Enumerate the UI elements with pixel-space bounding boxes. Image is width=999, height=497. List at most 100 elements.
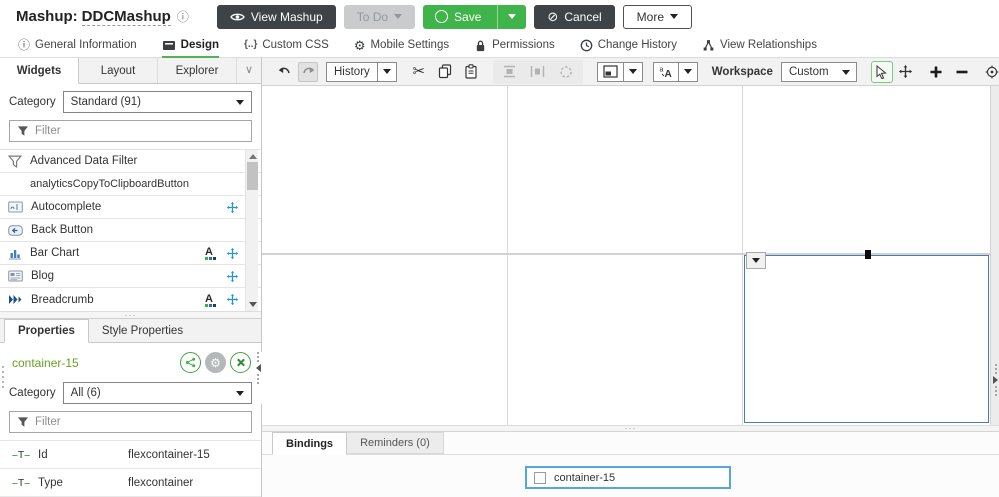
scrollbar-thumb[interactable]: [247, 162, 258, 190]
properties-tab-bar: Properties Style Properties: [0, 319, 261, 343]
panel-splitter[interactable]: ···: [0, 310, 261, 319]
text-property-icon: –T–: [12, 448, 31, 461]
copy-icon[interactable]: [435, 62, 455, 82]
funnel-icon: [8, 155, 22, 168]
binding-chip-label: container-15: [554, 471, 616, 484]
property-category-select[interactable]: All (6): [62, 382, 252, 404]
pointer-icon: [876, 64, 887, 79]
right-panel-splitter[interactable]: [992, 364, 999, 396]
redo-icon[interactable]: [298, 61, 318, 82]
tab-permissions[interactable]: Permissions: [474, 33, 555, 58]
save-options-caret[interactable]: [497, 4, 526, 29]
selected-flex-container[interactable]: [744, 255, 989, 423]
column-divider: [507, 86, 508, 425]
gear-icon[interactable]: ⚙: [205, 352, 226, 373]
text-property-icon: –T–: [12, 476, 31, 489]
tab-general-information[interactable]: ⓘ General Information: [18, 33, 137, 58]
move-icon[interactable]: [226, 201, 239, 214]
panel-collapse-chevron[interactable]: ∨: [237, 58, 261, 83]
funnel-icon: [17, 417, 29, 427]
tab-reminders[interactable]: Reminders (0): [347, 432, 444, 454]
tab-properties[interactable]: Properties: [4, 319, 89, 343]
checkbox[interactable]: [534, 471, 546, 484]
todo-button[interactable]: To Do: [343, 4, 416, 29]
tab-design[interactable]: Design: [161, 33, 220, 59]
translate-icon: aA: [659, 67, 671, 79]
pointer-tool[interactable]: [870, 60, 893, 83]
tab-custom-css[interactable]: {..} Custom CSS: [244, 33, 329, 58]
pan-icon: [899, 64, 913, 79]
more-button[interactable]: More: [622, 4, 693, 29]
view-mashup-button[interactable]: View Mashup: [216, 4, 336, 29]
localization-token-icon[interactable]: A: [205, 246, 218, 260]
save-circle-icon: [435, 10, 449, 23]
undo-icon[interactable]: [274, 62, 294, 82]
zoom-out-tool[interactable]: [951, 61, 973, 83]
widget-row-blog[interactable]: Blog: [0, 265, 261, 288]
widget-list-scrollbar[interactable]: [245, 150, 258, 311]
close-icon[interactable]: [230, 352, 251, 373]
move-icon[interactable]: [226, 247, 239, 260]
pan-tool[interactable]: [895, 61, 917, 83]
left-edge-grip[interactable]: [1, 366, 5, 414]
cancel-button[interactable]: ⊘ Cancel: [534, 4, 615, 29]
widget-row-autocomplete[interactable]: Autocomplete: [0, 196, 261, 219]
widget-row-analytics-copy-button[interactable]: analyticsCopyToClipboardButton: [0, 173, 261, 196]
widget-row-bar-chart[interactable]: Bar Chart A: [0, 242, 261, 265]
design-canvas[interactable]: [262, 86, 990, 425]
svg-text:a: a: [659, 67, 663, 74]
lock-icon: [476, 40, 485, 51]
bind-icon[interactable]: [180, 352, 201, 373]
workspace-select[interactable]: Custom: [780, 61, 857, 82]
paste-icon[interactable]: [461, 62, 481, 82]
header-bar: Mashup: DDCMashup ⓘ View Mashup To Do Sav…: [0, 0, 999, 33]
tab-style-properties[interactable]: Style Properties: [89, 319, 196, 342]
page-title: Mashup: DDCMashup ⓘ: [16, 8, 189, 26]
cut-icon[interactable]: ✂: [409, 62, 429, 82]
save-button[interactable]: Save: [423, 4, 527, 29]
properties-header: container-15 ⚙: [0, 343, 261, 380]
zoom-in-tool[interactable]: [925, 61, 947, 83]
tab-view-relationships[interactable]: View Relationships: [702, 33, 817, 58]
caret-down-icon: [670, 14, 679, 19]
container-options-dropdown[interactable]: [746, 252, 766, 269]
caret-down-icon: [841, 69, 850, 75]
scroll-down-icon[interactable]: [248, 302, 257, 307]
localization-token-icon[interactable]: A: [205, 293, 218, 307]
move-icon[interactable]: [226, 270, 239, 283]
history-dropdown[interactable]: History: [326, 61, 397, 82]
widget-filter-input[interactable]: [35, 125, 244, 137]
distribute-horizontal-icon[interactable]: [500, 62, 520, 82]
localization-dropdown[interactable]: aA: [652, 61, 698, 82]
widget-filter-box: [9, 120, 252, 142]
property-row-id: –T– Id flexcontainer-15: [0, 440, 261, 468]
canvas-toolbar: History ✂ aA Workspace Custom: [262, 58, 999, 86]
distribute-vertical-icon[interactable]: [528, 62, 548, 82]
resize-handle[interactable]: [865, 250, 871, 259]
snap-icon[interactable]: [556, 62, 576, 82]
autocomplete-icon: [8, 201, 23, 213]
widget-row-back-button[interactable]: Back Button: [0, 219, 261, 242]
eye-icon: [230, 13, 245, 20]
move-icon[interactable]: [226, 293, 239, 306]
tab-explorer[interactable]: Explorer: [158, 58, 237, 83]
zoom-reset-tool[interactable]: [981, 61, 999, 83]
info-icon[interactable]: ⓘ: [177, 11, 189, 23]
caret-down-icon: [508, 14, 517, 19]
bottom-panel-splitter[interactable]: ···: [262, 424, 999, 433]
binding-target-chip[interactable]: container-15: [525, 466, 731, 489]
entity-tab-bar: ⓘ General Information Design {..} Custom…: [0, 33, 999, 59]
tab-change-history[interactable]: Change History: [580, 33, 677, 58]
tab-widgets[interactable]: Widgets: [0, 58, 79, 84]
widget-category-select[interactable]: Standard (91): [62, 91, 252, 113]
tab-layout[interactable]: Layout: [79, 58, 158, 83]
tab-mobile-settings[interactable]: ⚙ Mobile Settings: [354, 33, 449, 58]
widget-row-breadcrumb[interactable]: Breadcrumb A: [0, 288, 261, 311]
container-insert-dropdown[interactable]: [596, 61, 643, 82]
left-panel-splitter[interactable]: [254, 352, 262, 404]
property-filter-input[interactable]: [35, 416, 244, 428]
widget-category-row: Category Standard (91): [0, 84, 261, 117]
scroll-up-icon[interactable]: [248, 154, 257, 159]
tab-bindings[interactable]: Bindings: [272, 432, 348, 455]
widget-row-advanced-data-filter[interactable]: Advanced Data Filter: [0, 150, 261, 173]
